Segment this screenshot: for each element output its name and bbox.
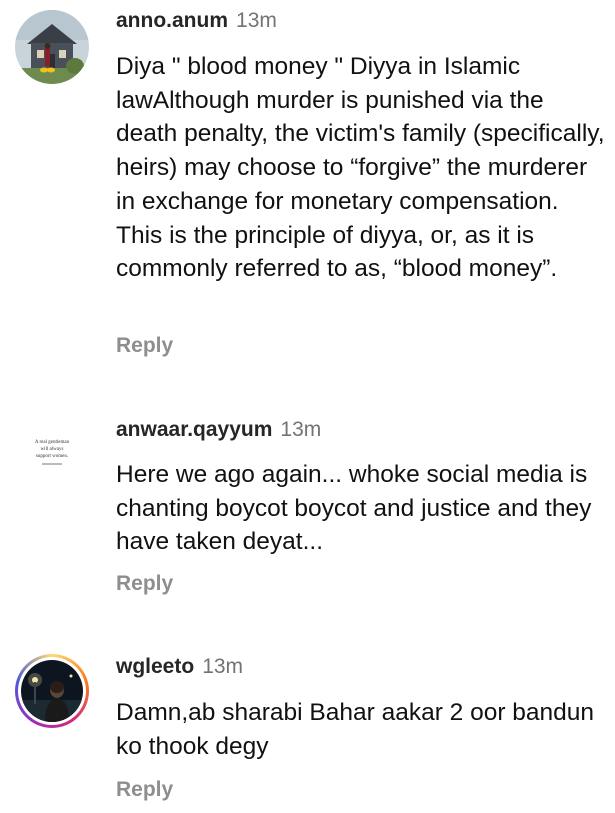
comment-header: wgleeto 13m bbox=[116, 654, 243, 680]
comment: anno.anum 13m Diya " blood money " Diyya … bbox=[0, 0, 615, 380]
username[interactable]: anno.anum bbox=[116, 9, 228, 32]
comment-text: Diya " blood money " Diyya in Islamic la… bbox=[116, 53, 605, 283]
avatar[interactable] bbox=[15, 10, 89, 84]
reply-button[interactable]: Reply bbox=[116, 778, 173, 802]
comment: A real gentleman will always support wom… bbox=[0, 395, 615, 615]
comment-header: anno.anum 13m bbox=[116, 8, 277, 34]
avatar-text-line: A real gentleman bbox=[34, 440, 70, 445]
avatar[interactable] bbox=[15, 654, 89, 728]
username[interactable]: wgleeto bbox=[116, 655, 194, 678]
timestamp: 13m bbox=[202, 655, 244, 678]
quote-text-avatar-icon: A real gentleman will always support wom… bbox=[15, 417, 89, 465]
comment-text: Damn,ab sharabi Bahar aakar 2 oor bandun… bbox=[116, 699, 595, 760]
night-photo-avatar-icon bbox=[21, 660, 83, 722]
timestamp: 13m bbox=[236, 9, 277, 32]
house-photo-avatar-icon bbox=[15, 10, 89, 84]
reply-button[interactable]: Reply bbox=[116, 334, 173, 358]
reply-button[interactable]: Reply bbox=[116, 572, 173, 596]
comment: wgleeto 13m Damn,ab sharabi Bahar aakar 2… bbox=[0, 640, 615, 813]
avatar-text-line: will always bbox=[40, 447, 64, 452]
comment-header: anwaar.qayyum 13m bbox=[116, 417, 321, 443]
divider bbox=[42, 463, 62, 465]
avatar-text-line: support women. bbox=[35, 454, 69, 459]
avatar[interactable]: A real gentleman will always support wom… bbox=[15, 417, 89, 491]
username[interactable]: anwaar.qayyum bbox=[116, 418, 272, 441]
timestamp: 13m bbox=[280, 418, 322, 441]
avatar-inner bbox=[18, 657, 86, 725]
comment-text: Here we ago again... whoke social media … bbox=[116, 461, 592, 556]
